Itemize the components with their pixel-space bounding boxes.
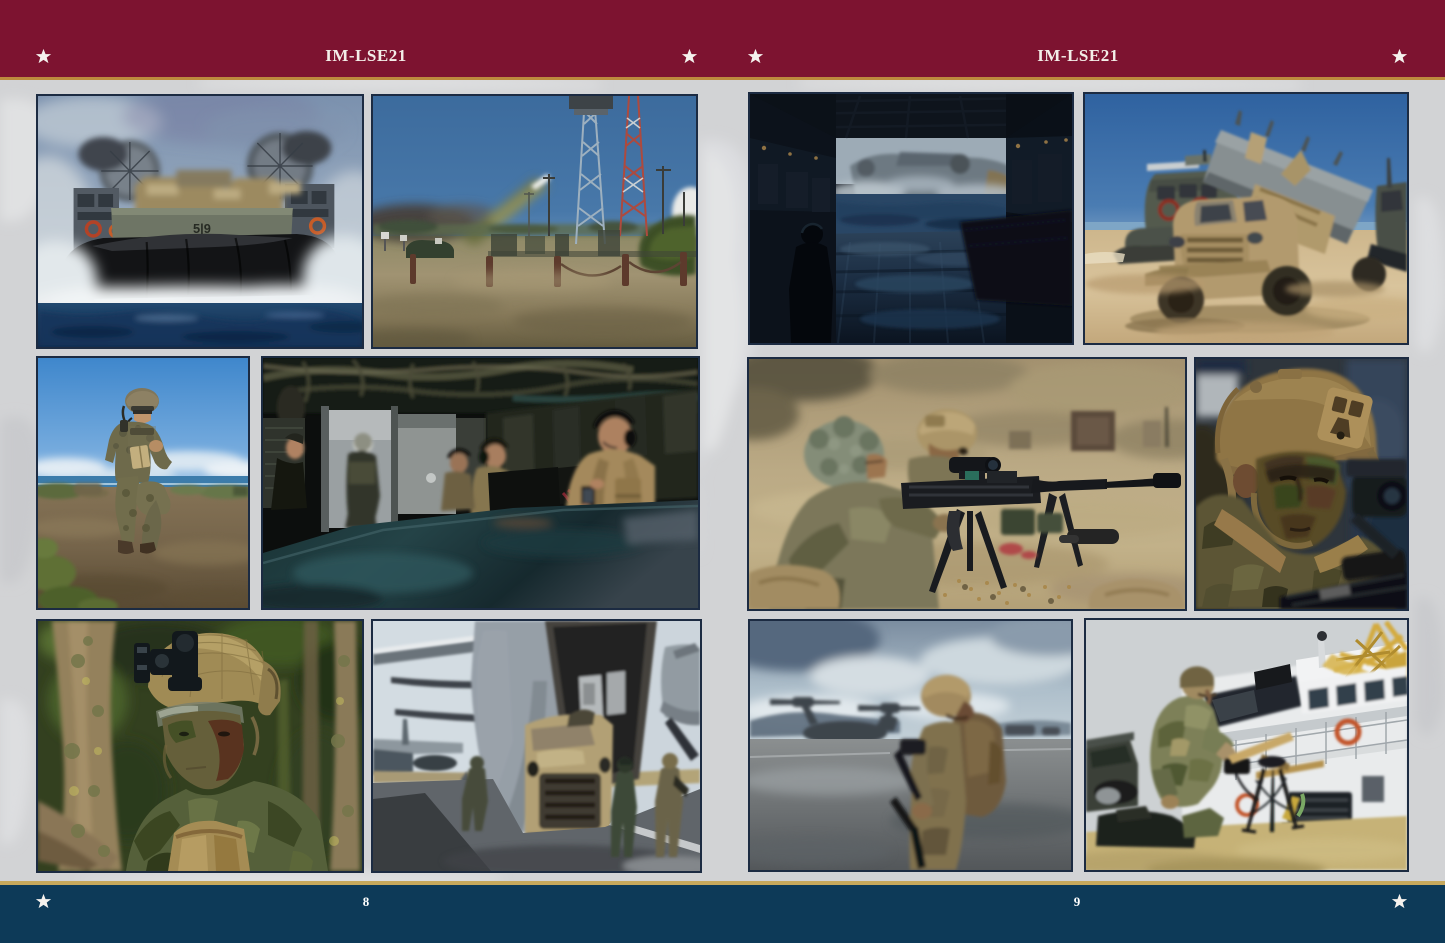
svg-text:5|9: 5|9 <box>193 221 211 236</box>
